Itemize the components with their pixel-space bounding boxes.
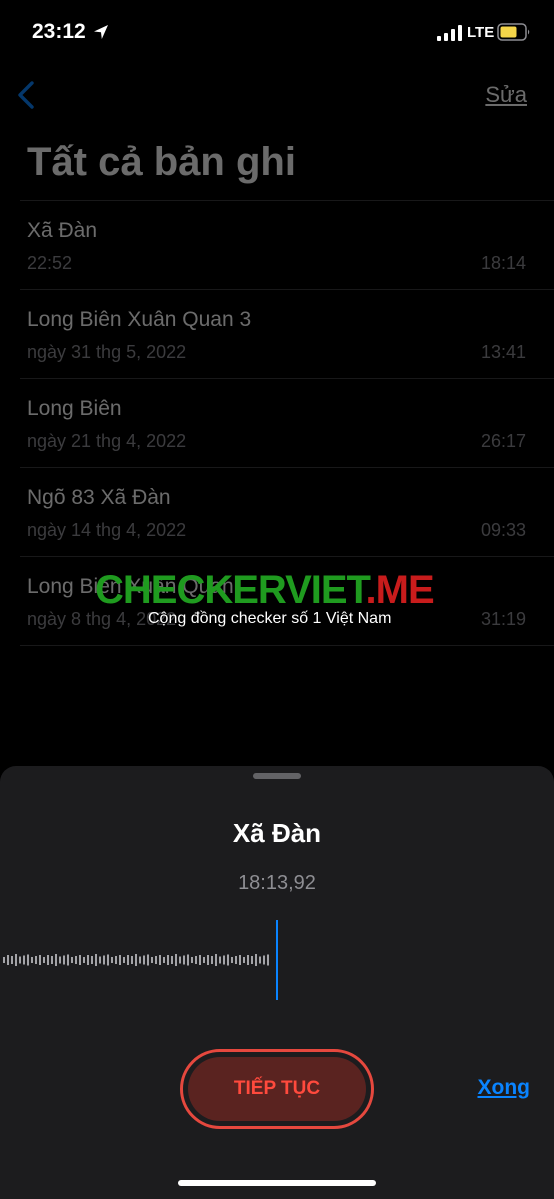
recording-row[interactable]: Long Biên ngày 21 thg 4, 2022 26:17 bbox=[20, 378, 554, 467]
back-chevron-icon[interactable] bbox=[14, 80, 38, 110]
recording-row[interactable]: Ngõ 83 Xã Đàn ngày 14 thg 4, 2022 09:33 bbox=[20, 467, 554, 556]
status-time: 23:12 bbox=[32, 20, 86, 43]
recordings-view: Sửa Tất cả bản ghi Xã Đàn 22:52 18:14 Lo… bbox=[0, 66, 554, 766]
recording-title: Long Biên Xuân Quan 3 bbox=[27, 308, 252, 331]
resume-label: TIẾP TỤC bbox=[233, 1078, 321, 1099]
recording-title: Ngõ 83 Xã Đàn bbox=[27, 486, 171, 509]
resume-button-fill: TIẾP TỤC bbox=[188, 1057, 366, 1121]
recording-date: ngày 14 thg 4, 2022 bbox=[27, 520, 187, 540]
watermark-brand-suffix: .ME bbox=[365, 568, 435, 612]
player-sheet: Xã Đàn 18:13,92 TIẾP TỤC Xong bbox=[0, 766, 554, 1199]
recording-duration: 26:17 bbox=[480, 431, 526, 451]
recording-date: 22:52 bbox=[27, 253, 73, 273]
recording-row[interactable]: Long Biên Xuân Quan 3 ngày 31 thg 5, 202… bbox=[20, 289, 554, 378]
sheet-grab-handle[interactable] bbox=[253, 773, 301, 779]
watermark-brand-main: CHECKERVIET bbox=[95, 568, 367, 612]
player-elapsed-time: 18:13,92 bbox=[238, 872, 316, 894]
status-bar: 23:12 LTE bbox=[0, 0, 554, 66]
edit-button[interactable]: Sửa bbox=[485, 82, 527, 108]
recording-duration: 13:41 bbox=[480, 342, 526, 362]
network-type-label: LTE bbox=[467, 24, 495, 41]
recording-duration: 18:14 bbox=[480, 253, 526, 273]
recording-title: Long Biên bbox=[27, 397, 122, 420]
location-arrow-icon bbox=[94, 25, 108, 39]
home-indicator bbox=[178, 1180, 376, 1186]
cellular-signal-icon bbox=[437, 25, 462, 41]
resume-recording-button[interactable]: TIẾP TỤC bbox=[180, 1049, 374, 1129]
battery-icon bbox=[497, 23, 530, 41]
recording-title: Xã Đàn bbox=[27, 219, 98, 242]
voice-memos-screen: 23:12 LTE Sửa Tất cả bản ghi Xã Đàn 22:5… bbox=[0, 0, 554, 1199]
recording-date: ngày 31 thg 5, 2022 bbox=[27, 342, 187, 362]
watermark: CHECKERVIET.ME Cộng đồng checker số 1 Vi… bbox=[95, 568, 465, 638]
recording-row[interactable]: Xã Đàn 22:52 18:14 bbox=[20, 200, 554, 289]
watermark-brand: CHECKERVIET.ME bbox=[95, 568, 435, 613]
audio-waveform[interactable] bbox=[0, 918, 554, 1002]
recording-duration: 31:19 bbox=[480, 609, 526, 629]
recording-date: ngày 21 thg 4, 2022 bbox=[27, 431, 187, 451]
done-button[interactable]: Xong bbox=[478, 1076, 531, 1100]
recording-duration: 09:33 bbox=[480, 520, 526, 540]
watermark-tagline: Cộng đồng checker số 1 Việt Nam bbox=[148, 610, 392, 627]
player-title: Xã Đàn bbox=[232, 818, 322, 848]
page-title: Tất cả bản ghi bbox=[27, 140, 296, 184]
